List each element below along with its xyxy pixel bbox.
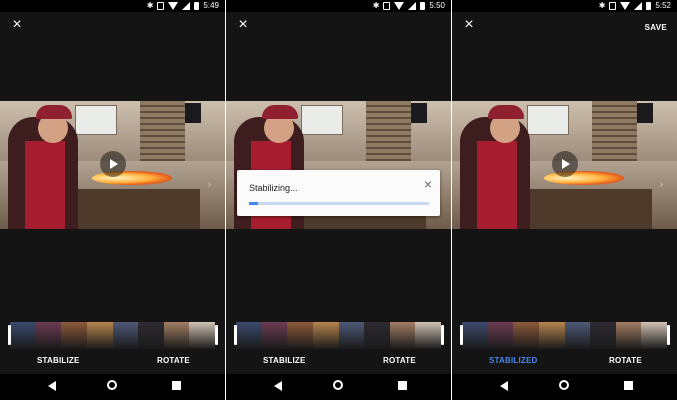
filmstrip-frame [389,322,416,349]
dialog-message: Stabilizing... [249,183,298,193]
editor-panel-2: ✱ 5:50 × Stabilizing... × STABILIZE ROTA… [226,0,451,400]
recents-icon[interactable] [398,381,407,390]
filmstrip-frame [236,322,262,349]
filmstrip-frame [415,322,441,349]
stabilize-button[interactable]: STABILIZE [37,356,80,365]
stabilizing-dialog: Stabilizing... × [237,170,440,216]
filmstrip-frame [35,322,62,349]
filmstrip-frame [138,322,164,349]
vibrate-icon [157,1,165,10]
filmstrip-frame [163,322,190,349]
filmstrip-frame [261,322,288,349]
wifi-icon [168,1,179,10]
battery-icon [194,1,200,10]
filmstrip[interactable] [10,322,215,349]
trim-handle-right[interactable] [667,325,670,345]
filmstrip[interactable] [462,322,667,349]
bluetooth-icon: ✱ [372,1,380,10]
filmstrip-frame [86,322,113,349]
status-time: 5:49 [203,1,219,10]
filmstrip-frame [189,322,215,349]
filmstrip-frame [462,322,488,349]
cell-signal-icon [634,1,643,10]
nav-bar [0,374,225,400]
play-icon[interactable] [100,151,126,177]
trim-handle-right[interactable] [215,325,218,345]
filmstrip-frame [538,322,565,349]
wifi-icon [394,1,405,10]
filmstrip-frame [513,322,539,349]
rotate-button[interactable]: ROTATE [157,356,190,365]
home-icon[interactable] [559,380,569,390]
progress-bar [249,202,429,205]
status-bar: ✱ 5:49 [0,0,225,12]
status-time: 5:50 [429,1,445,10]
progress-fill [249,202,258,205]
close-icon[interactable]: × [462,17,476,33]
editor-panel-1: ✱ 5:49 × › STABILIZE ROTATE [0,0,225,400]
editor-panel-3: ✱ 5:52 × SAVE › STABILIZED ROTATE [452,0,677,400]
trim-handle-right[interactable] [441,325,444,345]
cell-signal-icon [182,1,191,10]
filmstrip-frame [61,322,87,349]
chevron-right-icon: › [659,179,663,190]
stabilize-button[interactable]: STABILIZE [263,356,306,365]
cell-signal-icon [408,1,417,10]
back-icon[interactable] [48,381,56,391]
play-icon[interactable] [552,151,578,177]
rotate-button[interactable]: ROTATE [609,356,642,365]
close-icon[interactable]: × [10,17,24,33]
nav-bar [226,374,451,400]
back-icon[interactable] [500,381,508,391]
bluetooth-icon: ✱ [146,1,154,10]
trim-handle-left[interactable] [234,325,237,345]
battery-icon [420,1,426,10]
wifi-icon [620,1,631,10]
home-icon[interactable] [333,380,343,390]
close-icon[interactable]: × [424,177,432,191]
battery-icon [646,1,652,10]
status-time: 5:52 [655,1,671,10]
stabilized-button[interactable]: STABILIZED [489,356,538,365]
home-icon[interactable] [107,380,117,390]
filmstrip-frame [590,322,616,349]
filmstrip-frame [10,322,36,349]
filmstrip-frame [641,322,667,349]
trim-handle-left[interactable] [8,325,11,345]
filmstrip-frame [112,322,139,349]
vibrate-icon [383,1,391,10]
filmstrip-frame [338,322,365,349]
top-bar: × [0,12,225,42]
filmstrip-frame [312,322,339,349]
top-bar: × SAVE [452,12,677,42]
top-bar: × [226,12,451,42]
status-bar: ✱ 5:50 [226,0,451,12]
filmstrip-frame [615,322,642,349]
back-icon[interactable] [274,381,282,391]
filmstrip-frame [487,322,514,349]
vibrate-icon [609,1,617,10]
bluetooth-icon: ✱ [598,1,606,10]
chevron-right-icon: › [207,179,211,190]
recents-icon[interactable] [624,381,633,390]
status-bar: ✱ 5:52 [452,0,677,12]
filmstrip[interactable] [236,322,441,349]
trim-handle-left[interactable] [460,325,463,345]
recents-icon[interactable] [172,381,181,390]
filmstrip-frame [364,322,390,349]
rotate-button[interactable]: ROTATE [383,356,416,365]
filmstrip-frame [287,322,313,349]
filmstrip-frame [564,322,591,349]
close-icon[interactable]: × [236,17,250,33]
nav-bar [452,374,677,400]
save-button[interactable]: SAVE [645,23,667,32]
